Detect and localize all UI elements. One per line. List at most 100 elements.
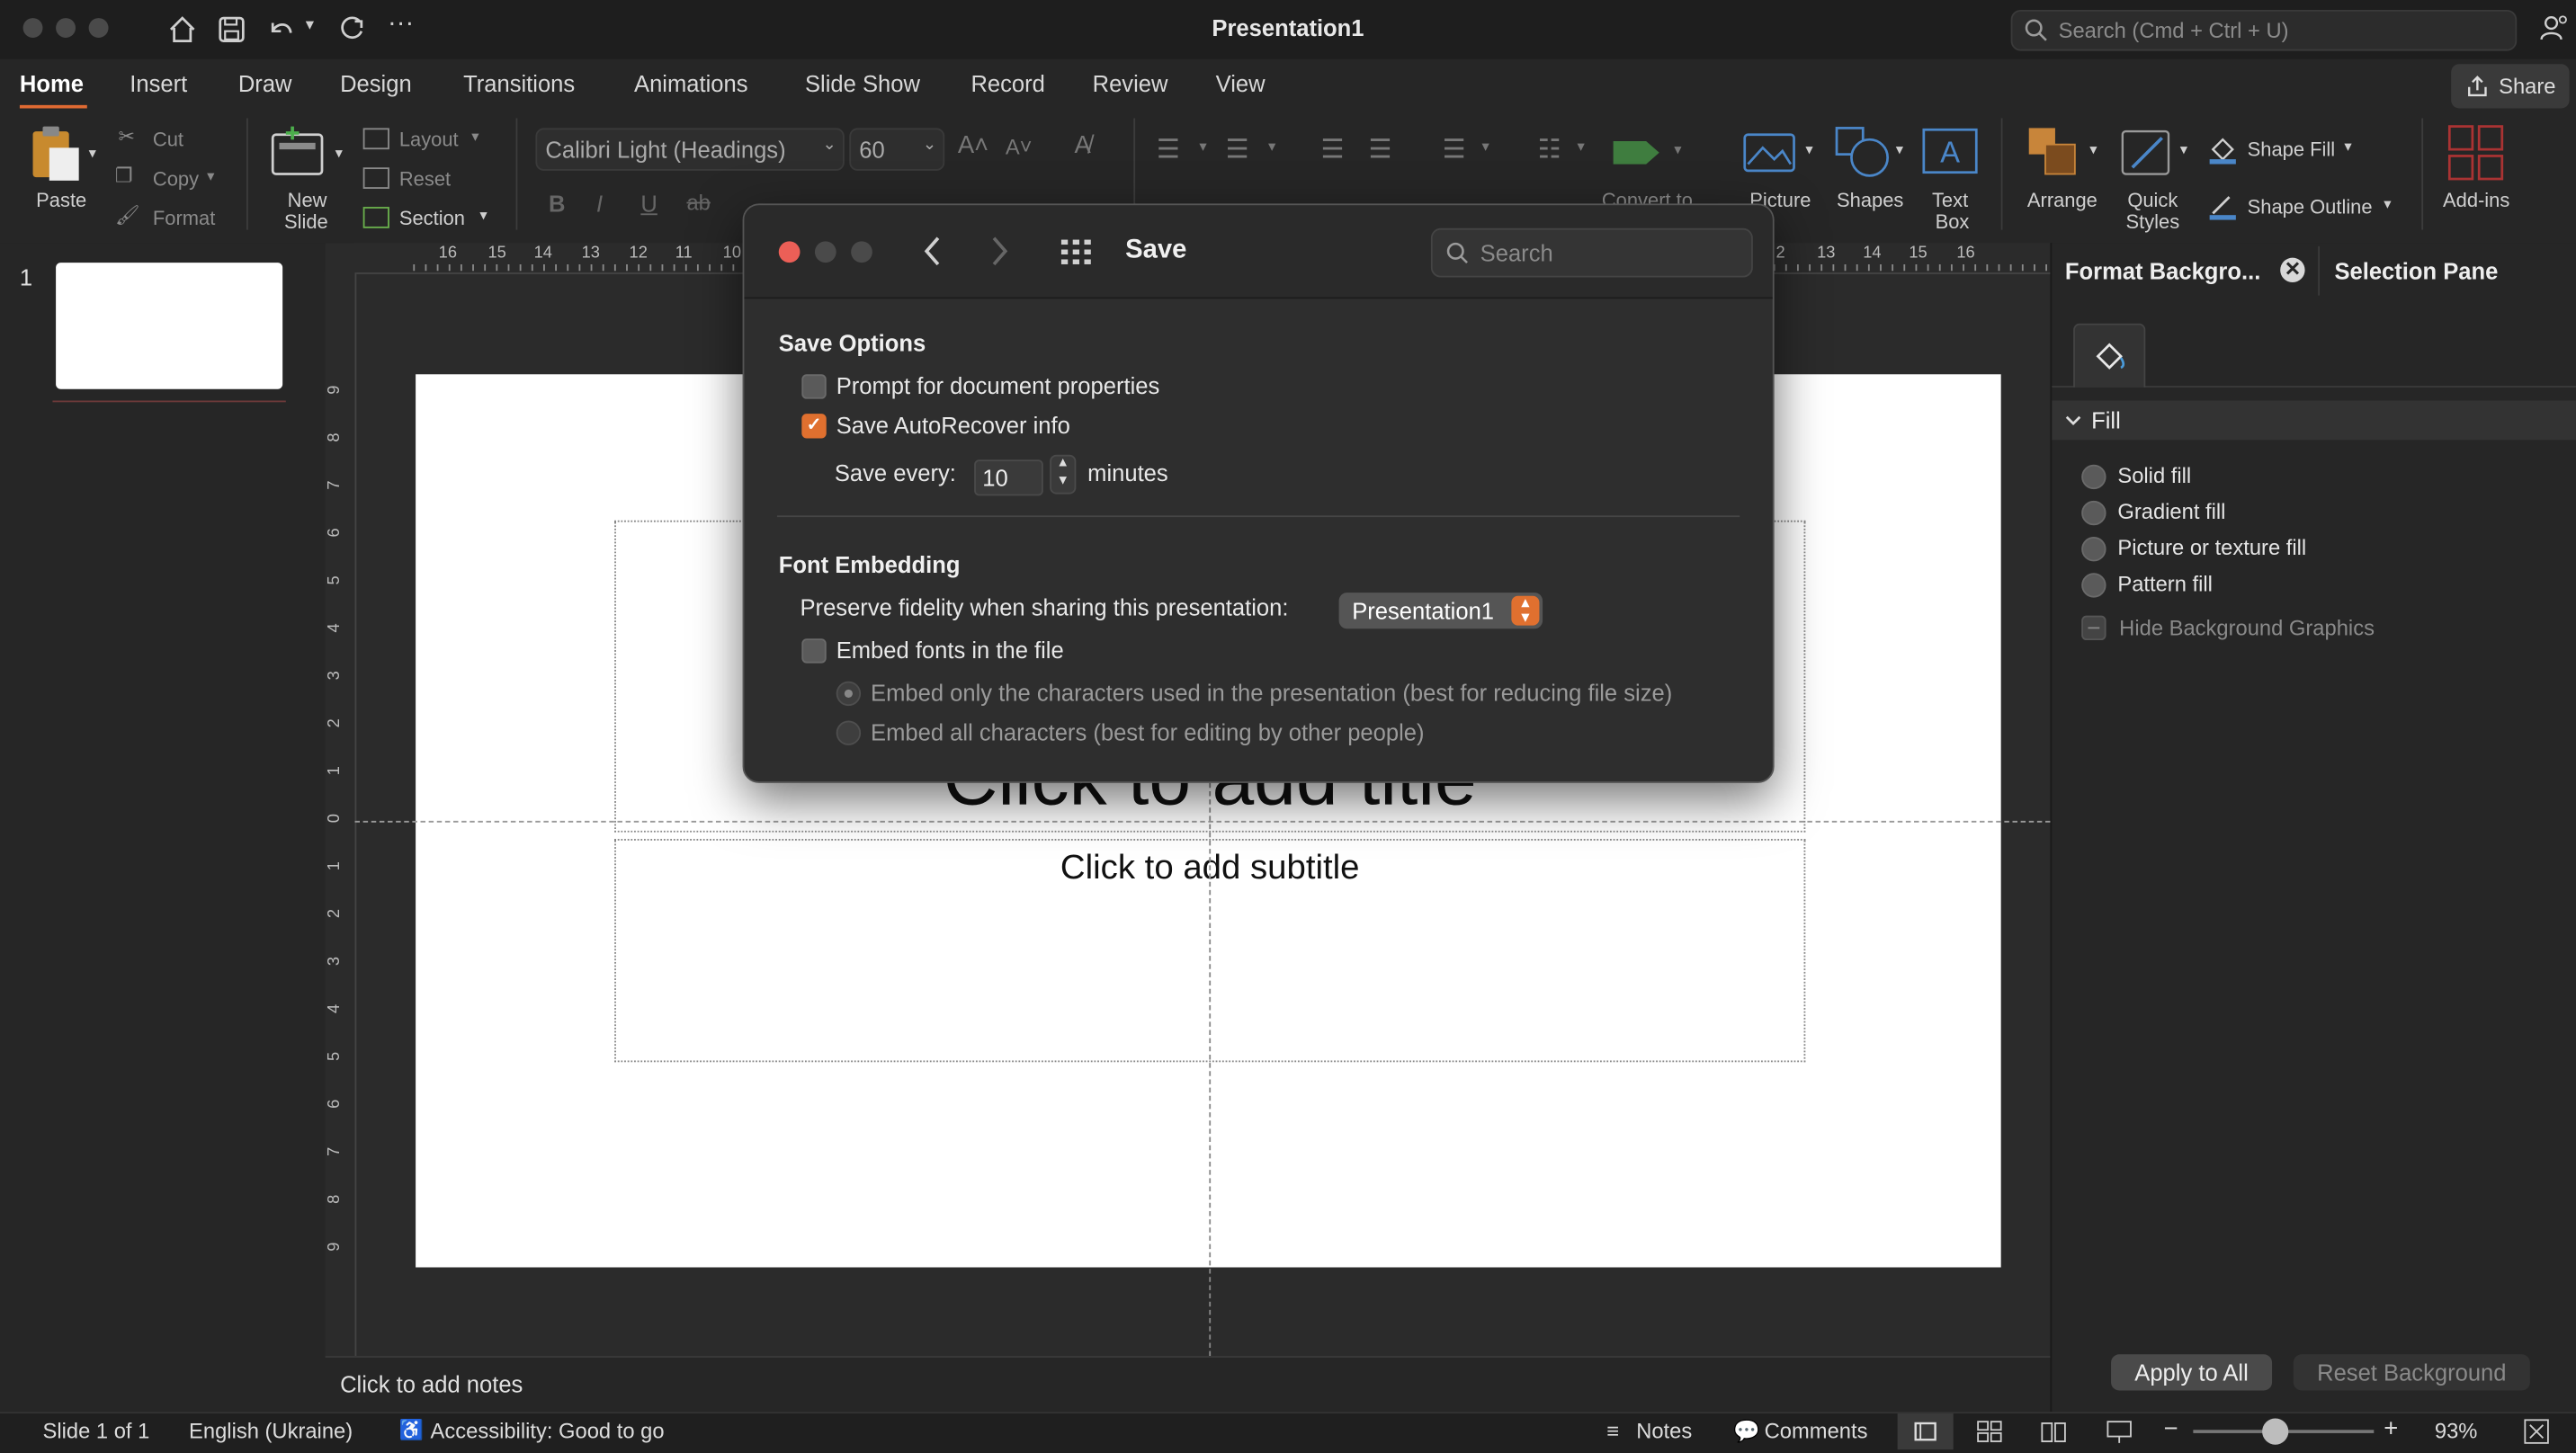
tab-slide-show[interactable]: Slide Show — [805, 71, 920, 97]
shape-outline-icon[interactable] — [2208, 191, 2238, 220]
smartart-dropdown-icon[interactable]: ▾ — [1674, 141, 1681, 159]
italic-icon[interactable]: I — [596, 191, 603, 217]
copy-dropdown-icon[interactable]: ▾ — [207, 167, 214, 185]
decrease-font-size-icon[interactable]: A˅ — [1006, 135, 1033, 159]
gradient-fill-radio[interactable] — [2081, 500, 2106, 526]
dialog-search-input[interactable]: Search — [1430, 227, 1753, 278]
format-painter-button[interactable]: Format — [153, 207, 215, 230]
embed-fonts-checkbox[interactable] — [801, 638, 827, 664]
layout-button[interactable]: Layout — [399, 128, 459, 151]
search-input[interactable]: Search (Cmd + Ctrl + U) — [2010, 9, 2518, 51]
normal-view-button[interactable] — [1897, 1413, 1954, 1450]
solid-fill-radio[interactable] — [2081, 464, 2106, 490]
notes-button[interactable]: Notes — [1636, 1418, 1692, 1442]
show-all-grid-icon[interactable] — [1060, 236, 1093, 266]
shape-fill-icon[interactable] — [2208, 135, 2238, 165]
dialog-close-button[interactable] — [778, 241, 801, 263]
back-icon[interactable] — [922, 235, 945, 268]
stepper-up-icon[interactable]: ▲ — [1056, 455, 1069, 469]
arrange-dropdown-icon[interactable]: ▾ — [2089, 141, 2097, 159]
shape-fill-dropdown-icon[interactable]: ▾ — [2344, 138, 2351, 156]
apply-to-all-button[interactable]: Apply to All — [2111, 1354, 2273, 1391]
increase-font-size-icon[interactable]: A˄ — [958, 131, 988, 159]
pattern-fill-radio[interactable] — [2081, 573, 2106, 598]
slide-thumbnail[interactable] — [56, 263, 283, 389]
forward-icon[interactable] — [988, 235, 1011, 268]
language-indicator[interactable]: English (Ukraine) — [189, 1418, 353, 1442]
account-icon[interactable] — [2538, 13, 2572, 47]
tab-insert[interactable]: Insert — [130, 71, 187, 97]
tab-record[interactable]: Record — [970, 71, 1044, 97]
quick-styles-icon[interactable] — [2119, 125, 2178, 181]
new-slide-dropdown-icon[interactable]: ▾ — [335, 145, 343, 163]
shape-outline-dropdown-icon[interactable]: ▾ — [2384, 195, 2391, 213]
share-button[interactable]: Share — [2451, 64, 2570, 109]
paste-dropdown-icon[interactable]: ▾ — [89, 145, 96, 163]
text-box-icon[interactable]: A — [1922, 128, 1978, 177]
decrease-indent-icon[interactable]: ☰ — [1321, 133, 1345, 166]
picture-texture-fill-radio[interactable] — [2081, 537, 2106, 562]
fit-to-window-icon[interactable] — [2524, 1418, 2550, 1444]
bullets-dropdown-icon[interactable]: ▾ — [1199, 138, 1206, 156]
embed-only-used-radio[interactable] — [836, 681, 862, 707]
zoom-level[interactable]: 93% — [2435, 1418, 2478, 1442]
tab-home[interactable]: Home — [20, 71, 84, 97]
slide-show-icon[interactable] — [2106, 1418, 2133, 1444]
preserve-fidelity-select[interactable]: Presentation1 ▴ ▾ — [1338, 593, 1543, 629]
save-every-input[interactable]: 10 — [974, 459, 1043, 496]
bold-icon[interactable]: B — [549, 191, 565, 217]
horizontal-guide[interactable] — [354, 820, 2051, 823]
new-slide-icon[interactable] — [270, 125, 329, 181]
notes-pane[interactable]: Click to add notes — [325, 1356, 2051, 1414]
shape-outline-button[interactable]: Shape Outline — [2248, 195, 2373, 218]
columns-dropdown-icon[interactable]: ▾ — [1577, 138, 1584, 156]
line-spacing-icon[interactable]: ☰ — [1443, 133, 1466, 166]
arrange-icon[interactable] — [2026, 125, 2085, 181]
reset-background-button[interactable]: Reset Background — [2293, 1354, 2530, 1391]
zoom-in-icon[interactable]: + — [2384, 1415, 2398, 1443]
numbering-dropdown-icon[interactable]: ▾ — [1268, 138, 1275, 156]
quick-styles-dropdown-icon[interactable]: ▾ — [2180, 141, 2187, 159]
add-ins-icon[interactable] — [2447, 125, 2504, 181]
dialog-minimize-button[interactable] — [814, 241, 836, 263]
tab-animations[interactable]: Animations — [634, 71, 748, 97]
save-every-stepper[interactable]: ▲ ▼ — [1050, 454, 1077, 495]
fill-tab-button[interactable] — [2073, 323, 2146, 388]
tab-design[interactable]: Design — [340, 71, 412, 97]
accessibility-status[interactable]: Accessibility: Good to go — [431, 1418, 665, 1442]
shape-fill-button[interactable]: Shape Fill — [2248, 138, 2335, 161]
cut-button[interactable]: Cut — [153, 128, 183, 151]
section-dropdown-icon[interactable]: ▾ — [479, 207, 487, 225]
tab-draw[interactable]: Draw — [238, 71, 292, 97]
shapes-icon[interactable] — [1833, 125, 1895, 181]
tab-transitions[interactable]: Transitions — [463, 71, 575, 97]
stepper-down-icon[interactable]: ▼ — [1056, 473, 1069, 487]
font-name-select[interactable]: Calibri Light (Headings) ⌄ — [535, 128, 845, 171]
layout-dropdown-icon[interactable]: ▾ — [471, 128, 479, 146]
dialog-zoom-button[interactable] — [851, 241, 872, 263]
copy-button[interactable]: Copy — [153, 167, 199, 191]
tab-format-background[interactable]: Format Backgro... — [2065, 258, 2260, 284]
bullets-icon[interactable]: ☰ — [1157, 133, 1180, 166]
paste-icon[interactable] — [26, 125, 85, 184]
tab-view[interactable]: View — [1216, 71, 1266, 97]
increase-indent-icon[interactable]: ☰ — [1368, 133, 1391, 166]
columns-icon[interactable]: ☷ — [1538, 133, 1561, 166]
reset-button[interactable]: Reset — [399, 167, 451, 191]
line-spacing-dropdown-icon[interactable]: ▾ — [1482, 138, 1489, 156]
zoom-slider-handle[interactable] — [2262, 1418, 2289, 1445]
embed-all-characters-radio[interactable] — [836, 720, 862, 745]
prompt-properties-checkbox[interactable] — [801, 374, 827, 399]
autorecover-checkbox[interactable]: ✓ — [801, 414, 827, 439]
strikethrough-icon[interactable]: ab — [686, 191, 710, 215]
smartart-icon[interactable] — [1610, 131, 1669, 174]
comments-button[interactable]: Comments — [1765, 1418, 1868, 1442]
underline-icon[interactable]: U — [640, 191, 657, 217]
zoom-out-icon[interactable]: − — [2164, 1415, 2178, 1443]
section-button[interactable]: Section — [399, 207, 465, 230]
font-size-select[interactable]: 60 ⌄ — [849, 128, 945, 171]
picture-icon[interactable] — [1741, 128, 1801, 177]
close-icon[interactable]: ✕ — [2280, 257, 2305, 283]
reading-view-icon[interactable] — [2041, 1420, 2067, 1443]
tab-review[interactable]: Review — [1093, 71, 1168, 97]
